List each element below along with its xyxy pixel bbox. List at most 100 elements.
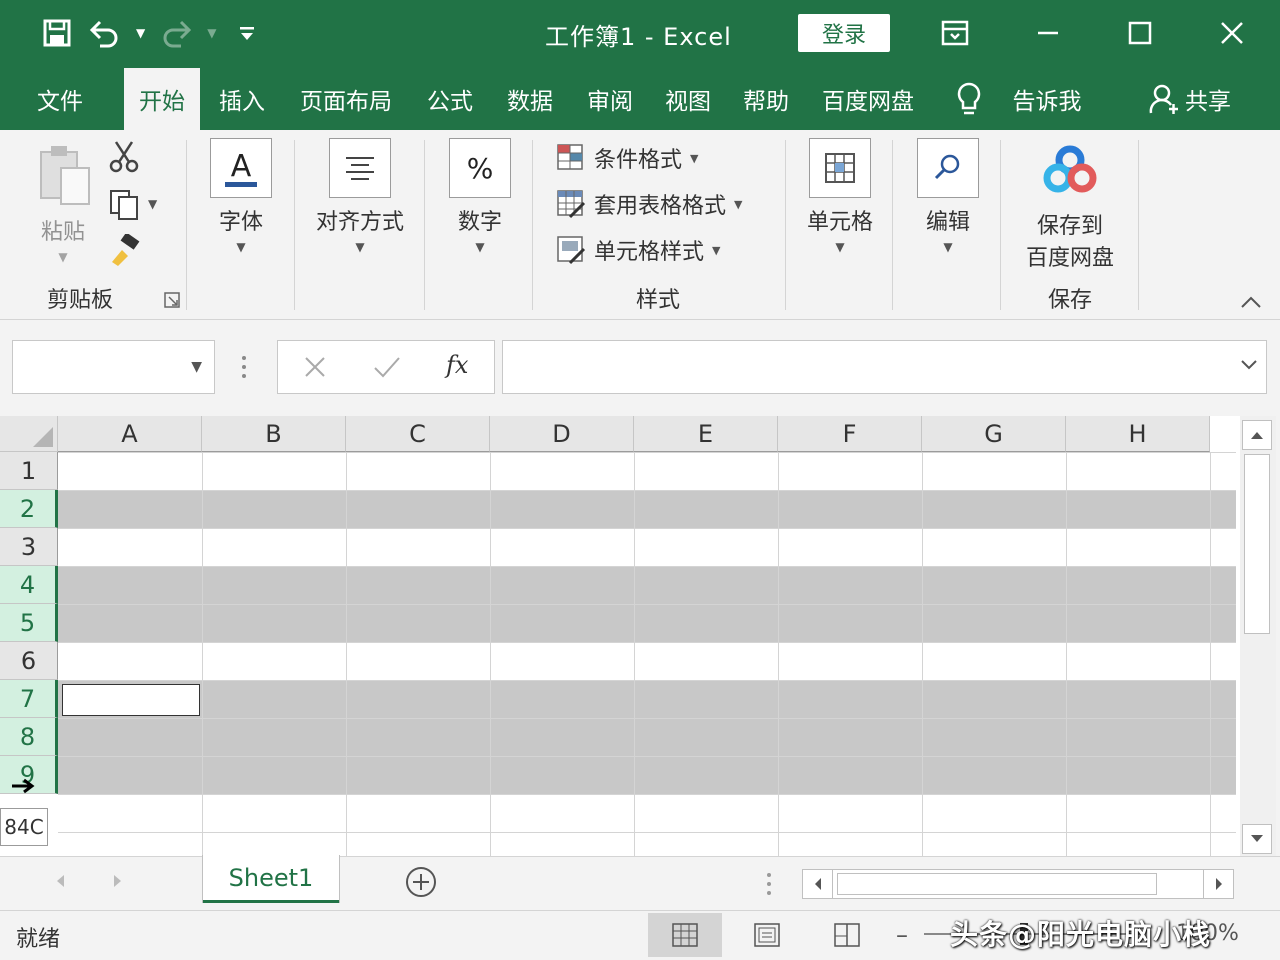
format-painter-icon[interactable]	[108, 232, 142, 270]
conditional-formatting-dropdown-icon: ▼	[690, 151, 699, 165]
align-center-icon	[346, 157, 374, 180]
formula-bar-splitter-icon[interactable]	[238, 352, 250, 386]
zoom-out-icon[interactable]: –	[896, 921, 908, 949]
column-header-d[interactable]: D	[490, 416, 634, 452]
tab-formulas[interactable]: 公式	[414, 68, 486, 130]
page-break-view-button[interactable]	[810, 913, 884, 957]
number-button[interactable]: % 数字 ▼	[443, 138, 517, 254]
conditional-formatting-button[interactable]: 条件格式 ▼	[556, 138, 698, 178]
customize-qat-icon[interactable]	[230, 16, 264, 50]
cells-button[interactable]: 单元格 ▼	[800, 138, 880, 254]
ribbon-separator	[1138, 140, 1139, 310]
horizontal-scroll-thumb[interactable]	[837, 873, 1157, 895]
save-to-baidu-pan-button[interactable]: 保存到 百度网盘	[1012, 144, 1128, 272]
enter-icon[interactable]	[372, 354, 402, 384]
gridline	[58, 452, 1236, 453]
row-header-5[interactable]: 5	[0, 604, 58, 642]
ribbon-separator	[532, 140, 533, 310]
insert-function-icon[interactable]: fx	[446, 351, 468, 379]
vertical-scrollbar[interactable]	[1240, 416, 1276, 856]
cells-label: 单元格	[806, 210, 873, 235]
tab-review[interactable]: 审阅	[574, 68, 646, 130]
scroll-left-button[interactable]	[803, 870, 833, 898]
gridline	[58, 604, 1236, 605]
format-as-table-button[interactable]: 套用表格格式 ▼	[556, 184, 742, 224]
row-header-3[interactable]: 3	[0, 528, 58, 566]
undo-dropdown-icon[interactable]: ▼	[136, 26, 145, 40]
cell-styles-icon	[557, 236, 586, 265]
tab-splitter-icon[interactable]	[764, 871, 774, 901]
vertical-scroll-thumb[interactable]	[1244, 454, 1270, 634]
tell-me-search[interactable]: 告诉我	[948, 68, 1088, 130]
ribbon-separator	[785, 140, 786, 310]
ribbon-display-icon[interactable]	[935, 14, 975, 52]
scroll-down-button[interactable]	[1242, 824, 1272, 854]
number-dropdown-icon: ▼	[475, 240, 485, 254]
name-box[interactable]: ▼	[12, 340, 215, 394]
tab-help[interactable]: 帮助	[730, 68, 802, 130]
close-icon[interactable]	[1212, 14, 1252, 52]
clipboard-launcher-icon[interactable]	[164, 292, 180, 312]
active-cell[interactable]	[62, 684, 200, 716]
tab-home[interactable]: 开始	[124, 68, 200, 130]
sheet-prev-icon[interactable]	[54, 873, 66, 893]
maximize-icon[interactable]	[1120, 14, 1160, 52]
page-layout-view-icon	[754, 923, 780, 947]
scroll-up-button[interactable]	[1242, 420, 1272, 450]
row-header-6[interactable]: 6	[0, 642, 58, 680]
paste-button[interactable]: 粘贴 ▼	[28, 144, 98, 264]
tab-insert[interactable]: 插入	[205, 68, 279, 130]
editing-button[interactable]: 编辑 ▼	[912, 138, 984, 254]
ribbon-separator	[186, 140, 187, 310]
column-header-g[interactable]: G	[922, 416, 1066, 452]
column-header-a[interactable]: A	[58, 416, 202, 452]
horizontal-scrollbar[interactable]	[802, 869, 1234, 899]
row-header-7[interactable]: 7	[0, 680, 58, 718]
row-header-8[interactable]: 8	[0, 718, 58, 756]
column-header-c[interactable]: C	[346, 416, 490, 452]
share-button[interactable]: 共享	[1140, 68, 1240, 130]
row-header-1[interactable]: 1	[0, 452, 58, 490]
normal-view-button[interactable]	[648, 913, 722, 957]
tab-view[interactable]: 视图	[652, 68, 724, 130]
column-header-e[interactable]: E	[634, 416, 778, 452]
column-header-b[interactable]: B	[202, 416, 346, 452]
formula-input[interactable]	[502, 340, 1267, 394]
font-button[interactable]: A 字体 ▼	[204, 138, 278, 254]
tab-file[interactable]: 文件	[20, 68, 100, 130]
copy-button[interactable]: ▼	[108, 188, 157, 220]
sheet-tab-sheet1[interactable]: Sheet1	[203, 855, 339, 903]
tab-page-layout[interactable]: 页面布局	[288, 68, 404, 130]
paste-icon	[40, 146, 90, 205]
tab-baidu-pan[interactable]: 百度网盘	[810, 68, 926, 130]
row-band-5	[58, 604, 1236, 642]
row-header-2[interactable]: 2	[0, 490, 58, 528]
login-button[interactable]: 登录	[798, 14, 890, 52]
collapse-ribbon-icon[interactable]	[1240, 294, 1262, 313]
cut-icon[interactable]	[108, 140, 140, 178]
minimize-icon[interactable]	[1028, 14, 1068, 52]
redo-dropdown-icon: ▼	[207, 26, 217, 40]
expand-formula-bar-icon[interactable]	[1240, 357, 1258, 376]
cell-styles-button[interactable]: 单元格样式 ▼	[556, 230, 720, 270]
gridline	[58, 832, 1236, 833]
status-bar: 就绪 – 100% 头条@阳光电脑小栈	[0, 910, 1280, 960]
new-sheet-icon[interactable]	[404, 865, 438, 903]
ribbon-separator	[1000, 140, 1001, 310]
undo-icon[interactable]	[88, 16, 122, 50]
person-icon	[1149, 84, 1178, 114]
row-header-4[interactable]: 4	[0, 566, 58, 604]
sheet-next-icon[interactable]	[112, 873, 124, 893]
alignment-button[interactable]: 对齐方式 ▼	[306, 138, 414, 254]
page-layout-view-button[interactable]	[730, 913, 804, 957]
save-icon[interactable]	[40, 16, 74, 50]
scroll-right-button[interactable]	[1203, 870, 1233, 898]
save-to-label: 保存到	[1036, 214, 1103, 239]
column-header-h[interactable]: H	[1066, 416, 1210, 452]
tab-data[interactable]: 数据	[494, 68, 566, 130]
name-box-dropdown-icon[interactable]: ▼	[191, 359, 202, 375]
cancel-icon[interactable]	[302, 354, 328, 384]
worksheet-grid[interactable]: ABCDEFGH123456789	[0, 416, 1240, 856]
select-all-button[interactable]	[0, 416, 58, 452]
column-header-f[interactable]: F	[778, 416, 922, 452]
